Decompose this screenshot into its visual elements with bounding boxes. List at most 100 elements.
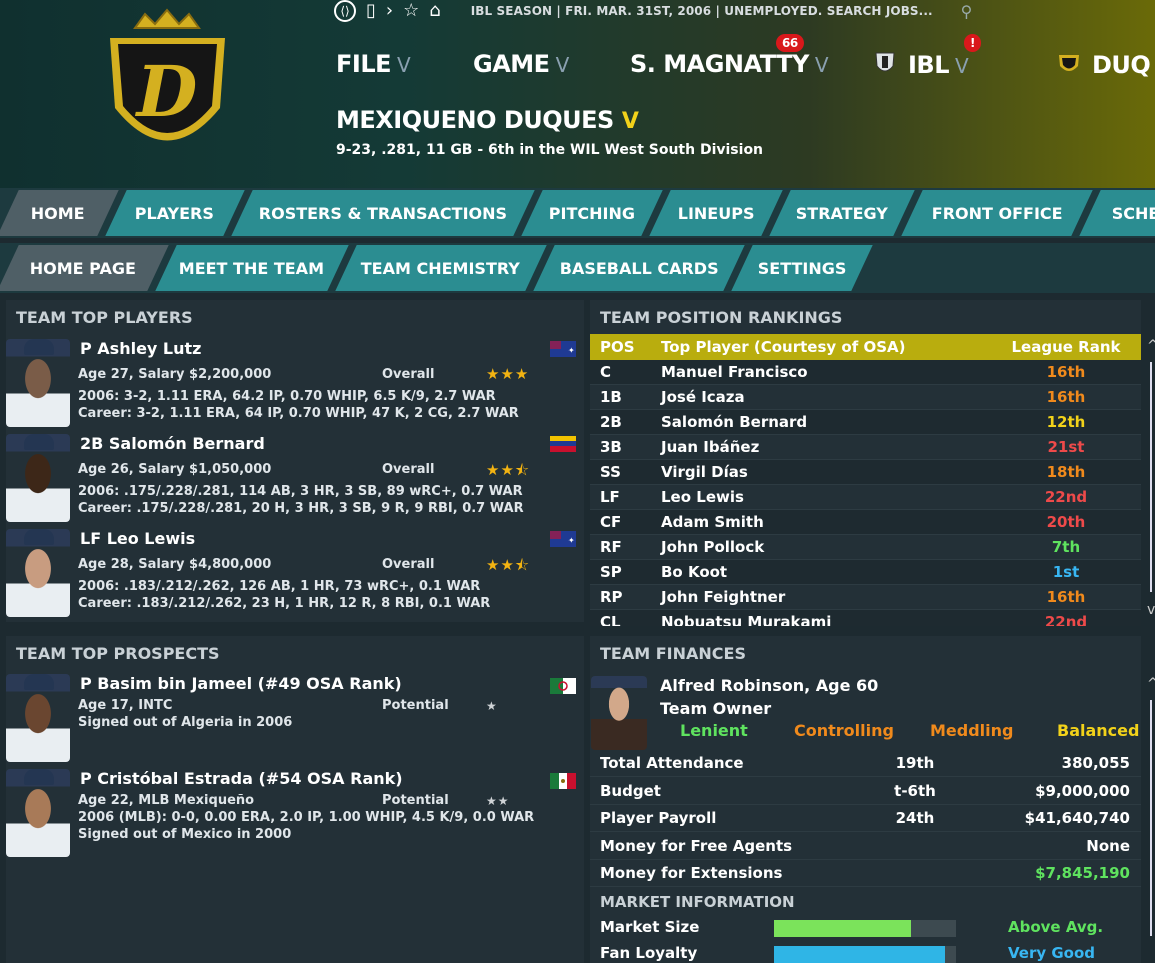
tab-label: SCHED <box>1112 203 1155 223</box>
main-tab-bar: HOME PLAYERS ROSTERS & TRANSACTIONS PITC… <box>0 188 1155 238</box>
tab-baseball-cards[interactable]: BASEBALL CARDS <box>533 245 745 291</box>
team-menu[interactable]: DUQ <box>1056 50 1151 79</box>
player-name[interactable]: P Basim bin Jameel (#49 OSA Rank) <box>80 674 402 693</box>
rating-label: Potential <box>382 793 449 808</box>
scroll-up-icon[interactable]: ^ <box>1147 676 1155 692</box>
player-name-cell[interactable]: Bo Koot <box>661 563 991 581</box>
scroll-thumb[interactable] <box>1150 362 1152 592</box>
file-menu[interactable]: FILE V <box>336 50 411 78</box>
player-portrait[interactable] <box>6 434 70 522</box>
player-portrait[interactable] <box>6 529 70 617</box>
table-row[interactable]: SP Bo Koot 1st <box>590 560 1141 585</box>
game-menu[interactable]: GAME V <box>473 50 569 78</box>
tab-settings[interactable]: SETTINGS <box>731 245 873 291</box>
player-name-cell[interactable]: Adam Smith <box>661 513 991 531</box>
player-portrait[interactable] <box>6 769 70 857</box>
table-row[interactable]: 2B Salomón Bernard 12th <box>590 410 1141 435</box>
star-rating: ★ <box>486 699 498 713</box>
finances-scrollbar[interactable]: ^ <box>1147 676 1155 963</box>
table-row[interactable]: LF Leo Lewis 22nd <box>590 485 1141 510</box>
column-header-rank[interactable]: League Rank <box>991 338 1141 356</box>
scroll-down-icon[interactable]: v <box>1147 602 1155 618</box>
alert-badge: ! <box>964 34 981 52</box>
search-icon[interactable]: ⚲ <box>961 2 973 21</box>
position-cell: 2B <box>600 413 622 431</box>
tab-strategy[interactable]: STRATEGY <box>769 190 915 236</box>
table-row[interactable]: RP John Feightner 16th <box>590 585 1141 610</box>
player-name-cell[interactable]: Juan Ibáñez <box>661 438 991 456</box>
game-status[interactable]: IBL SEASON | FRI. MAR. 31ST, 2006 | UNEM… <box>471 4 933 18</box>
table-row[interactable]: CF Adam Smith 20th <box>590 510 1141 535</box>
player-name[interactable]: 2B Salomón Bernard <box>80 434 265 453</box>
table-row[interactable]: SS Virgil Días 18th <box>590 460 1141 485</box>
player-name-cell[interactable]: Salomón Bernard <box>661 413 991 431</box>
star-icon[interactable]: ☆ <box>403 2 419 20</box>
player-portrait[interactable] <box>6 674 70 762</box>
player-portrait[interactable] <box>6 339 70 427</box>
position-cell: CF <box>600 513 622 531</box>
table-row[interactable]: RF John Pollock 7th <box>590 535 1141 560</box>
forward-icon[interactable]: › <box>386 2 393 20</box>
player-name-cell[interactable]: Virgil Días <box>661 463 991 481</box>
owner-role: Team Owner <box>660 699 772 718</box>
table-row[interactable]: 1B José Icaza 16th <box>590 385 1141 410</box>
finance-row: Budget t-6th $9,000,000 <box>590 778 1141 805</box>
player-name-cell[interactable]: José Icaza <box>661 388 991 406</box>
position-cell: RP <box>600 588 623 606</box>
player-name-cell[interactable]: Leo Lewis <box>661 488 991 506</box>
player-name[interactable]: P Ashley Lutz <box>80 339 201 358</box>
australia-flag-icon: ✦ <box>550 531 576 547</box>
manager-menu[interactable]: S. MAGNATTY V 66 <box>630 34 829 78</box>
tab-home[interactable]: HOME <box>0 190 119 236</box>
prospect-card[interactable]: P Basim bin Jameel (#49 OSA Rank) Age 17… <box>0 674 580 766</box>
player-name[interactable]: LF Leo Lewis <box>80 529 195 548</box>
tab-pitching[interactable]: PITCHING <box>521 190 663 236</box>
tab-rosters-transactions[interactable]: ROSTERS & TRANSACTIONS <box>231 190 535 236</box>
player-name-cell[interactable]: John Feightner <box>661 588 991 606</box>
player-name-cell[interactable]: Manuel Francisco <box>661 363 991 381</box>
finance-row: Money for Free Agents None <box>590 833 1141 860</box>
career-stats: Career: .175/.228/.281, 20 H, 3 HR, 3 SB… <box>78 501 524 516</box>
position-cell: SP <box>600 563 622 581</box>
team-record: 9-23, .281, 11 GB - 6th in the WIL West … <box>336 142 764 158</box>
team-name-dropdown[interactable]: MEXIQUENO DUQUES V <box>336 106 639 134</box>
market-value: Very Good <box>1008 944 1096 962</box>
tab-home-page[interactable]: HOME PAGE <box>0 245 169 291</box>
player-card[interactable]: 2B Salomón Bernard Age 26, Salary $1,050… <box>0 432 580 524</box>
player-card[interactable]: LF Leo Lewis Age 28, Salary $4,800,000 O… <box>0 527 580 619</box>
home-icon[interactable]: ⌂ <box>429 2 440 20</box>
owner-portrait[interactable] <box>591 676 647 750</box>
table-row[interactable]: C Manuel Francisco 16th <box>590 360 1141 385</box>
team-logo[interactable]: D <box>100 8 235 168</box>
signing-info: Signed out of Algeria in 2006 <box>78 715 293 730</box>
league-menu[interactable]: IBL V ! <box>872 34 981 79</box>
tab-team-chemistry[interactable]: TEAM CHEMISTRY <box>335 245 547 291</box>
league-rank-cell: 16th <box>1046 588 1086 606</box>
table-row[interactable]: 3B Juan Ibáñez 21st <box>590 435 1141 460</box>
tab-players[interactable]: PLAYERS <box>105 190 245 236</box>
tab-front-office[interactable]: FRONT OFFICE <box>901 190 1093 236</box>
player-card[interactable]: P Ashley Lutz Age 27, Salary $2,200,000 … <box>0 337 580 429</box>
player-name-cell[interactable]: John Pollock <box>661 538 991 556</box>
league-rank-cell: 18th <box>1046 463 1086 481</box>
scroll-up-icon[interactable]: ^ <box>1147 339 1155 353</box>
column-header-pos[interactable]: POS <box>590 338 661 356</box>
window-icon[interactable]: ▯ <box>366 2 376 20</box>
tab-schedule[interactable]: SCHED <box>1079 190 1155 236</box>
column-header-player[interactable]: Top Player (Courtesy of OSA) <box>661 338 991 356</box>
prospect-card[interactable]: P Cristóbal Estrada (#54 OSA Rank) Age 2… <box>0 769 580 861</box>
star-rating: ★★⯪ <box>486 556 531 574</box>
player-name[interactable]: P Cristóbal Estrada (#54 OSA Rank) <box>80 769 403 788</box>
tab-label: LINEUPS <box>677 203 755 223</box>
tab-lineups[interactable]: LINEUPS <box>649 190 783 236</box>
market-bar-fill <box>774 920 911 937</box>
tab-meet-the-team[interactable]: MEET THE TEAM <box>155 245 349 291</box>
back-icon[interactable]: ⟨⟩ <box>334 0 356 22</box>
chevron-down-icon: V <box>397 53 411 77</box>
league-rank-cell: 7th <box>1051 538 1081 556</box>
rankings-scrollbar[interactable]: ^ v <box>1147 339 1155 620</box>
scroll-thumb[interactable] <box>1150 700 1152 936</box>
player-name-cell[interactable]: Nobuatsu Murakami <box>661 613 991 626</box>
league-rank-cell: 22nd <box>1044 613 1088 626</box>
table-row[interactable]: CL Nobuatsu Murakami 22nd <box>590 610 1141 626</box>
